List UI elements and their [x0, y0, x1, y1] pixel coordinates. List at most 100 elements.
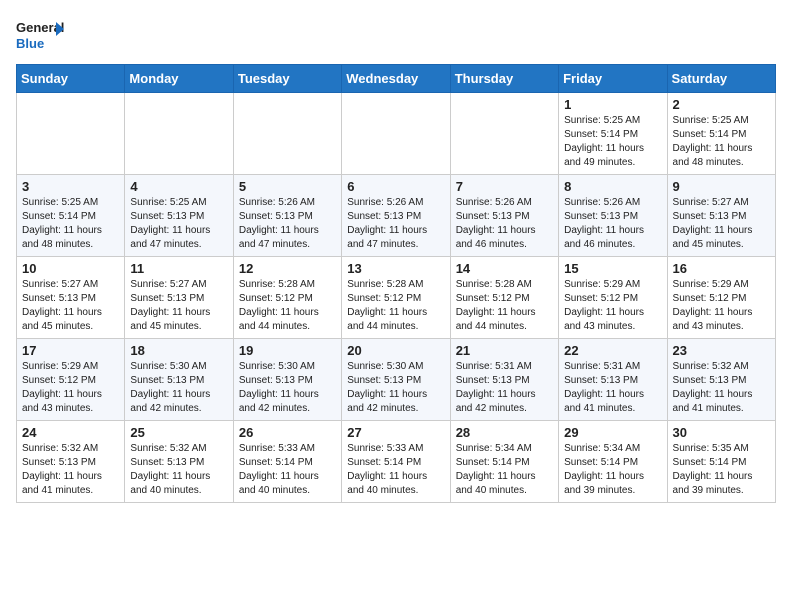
calendar-cell: 25 Sunrise: 5:32 AM Sunset: 5:13 PM Dayli…: [125, 421, 233, 503]
day-number: 28: [456, 425, 553, 440]
cell-info: Sunrise: 5:32 AM Sunset: 5:13 PM Dayligh…: [22, 442, 119, 498]
day-header-wednesday: Wednesday: [342, 65, 450, 93]
calendar-cell: 22 Sunrise: 5:31 AM Sunset: 5:13 PM Dayli…: [559, 339, 667, 421]
calendar-cell: 9 Sunrise: 5:27 AM Sunset: 5:13 PM Daylig…: [667, 175, 775, 257]
day-number: 15: [564, 261, 661, 276]
cell-info: Sunrise: 5:28 AM Sunset: 5:12 PM Dayligh…: [456, 278, 553, 334]
week-row-1: 1 Sunrise: 5:25 AM Sunset: 5:14 PM Daylig…: [17, 93, 776, 175]
cell-info: Sunrise: 5:29 AM Sunset: 5:12 PM Dayligh…: [564, 278, 661, 334]
logo-svg: General Blue: [16, 16, 64, 56]
calendar-cell: [233, 93, 341, 175]
cell-info: Sunrise: 5:30 AM Sunset: 5:13 PM Dayligh…: [347, 360, 444, 416]
day-number: 8: [564, 179, 661, 194]
cell-info: Sunrise: 5:31 AM Sunset: 5:13 PM Dayligh…: [456, 360, 553, 416]
day-header-tuesday: Tuesday: [233, 65, 341, 93]
calendar-cell: 19 Sunrise: 5:30 AM Sunset: 5:13 PM Dayli…: [233, 339, 341, 421]
calendar-cell: 12Sunrise: 5:28 AM Sunset: 5:12 PM Dayli…: [233, 257, 341, 339]
day-number: 23: [673, 343, 770, 358]
cell-info: Sunrise: 5:26 AM Sunset: 5:13 PM Dayligh…: [456, 196, 553, 252]
day-number: 10: [22, 261, 119, 276]
calendar-cell: 30 Sunrise: 5:35 AM Sunset: 5:14 PM Dayli…: [667, 421, 775, 503]
cell-info: Sunrise: 5:25 AM Sunset: 5:14 PM Dayligh…: [564, 114, 661, 170]
cell-info: Sunrise: 5:27 AM Sunset: 5:13 PM Dayligh…: [130, 278, 227, 334]
calendar-cell: 23 Sunrise: 5:32 AM Sunset: 5:13 PM Dayli…: [667, 339, 775, 421]
cell-info: Sunrise: 5:28 AM Sunset: 5:12 PM Dayligh…: [239, 278, 336, 334]
calendar-cell: 20 Sunrise: 5:30 AM Sunset: 5:13 PM Dayli…: [342, 339, 450, 421]
calendar-cell: 24 Sunrise: 5:32 AM Sunset: 5:13 PM Dayli…: [17, 421, 125, 503]
day-number: 24: [22, 425, 119, 440]
day-number: 18: [130, 343, 227, 358]
cell-info: Sunrise: 5:30 AM Sunset: 5:13 PM Dayligh…: [239, 360, 336, 416]
calendar-cell: 26 Sunrise: 5:33 AM Sunset: 5:14 PM Dayli…: [233, 421, 341, 503]
day-number: 16: [673, 261, 770, 276]
day-number: 29: [564, 425, 661, 440]
calendar-cell: 18 Sunrise: 5:30 AM Sunset: 5:13 PM Dayli…: [125, 339, 233, 421]
cell-info: Sunrise: 5:26 AM Sunset: 5:13 PM Dayligh…: [239, 196, 336, 252]
calendar-cell: 15 Sunrise: 5:29 AM Sunset: 5:12 PM Dayli…: [559, 257, 667, 339]
logo: General Blue: [16, 16, 64, 56]
week-row-4: 17 Sunrise: 5:29 AM Sunset: 5:12 PM Dayli…: [17, 339, 776, 421]
calendar-cell: [17, 93, 125, 175]
cell-info: Sunrise: 5:29 AM Sunset: 5:12 PM Dayligh…: [22, 360, 119, 416]
day-header-sunday: Sunday: [17, 65, 125, 93]
cell-info: Sunrise: 5:25 AM Sunset: 5:14 PM Dayligh…: [673, 114, 770, 170]
cell-info: Sunrise: 5:34 AM Sunset: 5:14 PM Dayligh…: [456, 442, 553, 498]
calendar-cell: 2 Sunrise: 5:25 AM Sunset: 5:14 PM Daylig…: [667, 93, 775, 175]
calendar-cell: 6 Sunrise: 5:26 AM Sunset: 5:13 PM Daylig…: [342, 175, 450, 257]
day-number: 11: [130, 261, 227, 276]
calendar-cell: 3Sunrise: 5:25 AM Sunset: 5:14 PM Daylig…: [17, 175, 125, 257]
calendar-cell: 10 Sunrise: 5:27 AM Sunset: 5:13 PM Dayli…: [17, 257, 125, 339]
cell-info: Sunrise: 5:33 AM Sunset: 5:14 PM Dayligh…: [239, 442, 336, 498]
day-header-thursday: Thursday: [450, 65, 558, 93]
cell-info: Sunrise: 5:31 AM Sunset: 5:13 PM Dayligh…: [564, 360, 661, 416]
calendar-cell: 27Sunrise: 5:33 AM Sunset: 5:14 PM Dayli…: [342, 421, 450, 503]
cell-info: Sunrise: 5:32 AM Sunset: 5:13 PM Dayligh…: [130, 442, 227, 498]
cell-info: Sunrise: 5:27 AM Sunset: 5:13 PM Dayligh…: [673, 196, 770, 252]
day-number: 21: [456, 343, 553, 358]
cell-info: Sunrise: 5:29 AM Sunset: 5:12 PM Dayligh…: [673, 278, 770, 334]
day-number: 19: [239, 343, 336, 358]
calendar-cell: 14 Sunrise: 5:28 AM Sunset: 5:12 PM Dayli…: [450, 257, 558, 339]
day-number: 6: [347, 179, 444, 194]
cell-info: Sunrise: 5:30 AM Sunset: 5:13 PM Dayligh…: [130, 360, 227, 416]
day-number: 14: [456, 261, 553, 276]
calendar-cell: 7 Sunrise: 5:26 AM Sunset: 5:13 PM Daylig…: [450, 175, 558, 257]
day-number: 30: [673, 425, 770, 440]
calendar-cell: 28 Sunrise: 5:34 AM Sunset: 5:14 PM Dayli…: [450, 421, 558, 503]
day-header-friday: Friday: [559, 65, 667, 93]
day-number: 13: [347, 261, 444, 276]
day-number: 22: [564, 343, 661, 358]
cell-info: Sunrise: 5:32 AM Sunset: 5:13 PM Dayligh…: [673, 360, 770, 416]
day-number: 26: [239, 425, 336, 440]
day-number: 27: [347, 425, 444, 440]
cell-info: Sunrise: 5:35 AM Sunset: 5:14 PM Dayligh…: [673, 442, 770, 498]
calendar-cell: [125, 93, 233, 175]
calendar-cell: 8Sunrise: 5:26 AM Sunset: 5:13 PM Daylig…: [559, 175, 667, 257]
cell-info: Sunrise: 5:27 AM Sunset: 5:13 PM Dayligh…: [22, 278, 119, 334]
day-number: 5: [239, 179, 336, 194]
day-number: 2: [673, 97, 770, 112]
calendar-cell: 1 Sunrise: 5:25 AM Sunset: 5:14 PM Daylig…: [559, 93, 667, 175]
day-header-saturday: Saturday: [667, 65, 775, 93]
day-number: 20: [347, 343, 444, 358]
day-number: 7: [456, 179, 553, 194]
svg-text:Blue: Blue: [16, 36, 44, 51]
cell-info: Sunrise: 5:28 AM Sunset: 5:12 PM Dayligh…: [347, 278, 444, 334]
day-number: 4: [130, 179, 227, 194]
calendar-cell: 5 Sunrise: 5:26 AM Sunset: 5:13 PM Daylig…: [233, 175, 341, 257]
day-number: 17: [22, 343, 119, 358]
page-header: General Blue: [16, 16, 776, 56]
day-number: 1: [564, 97, 661, 112]
cell-info: Sunrise: 5:25 AM Sunset: 5:13 PM Dayligh…: [130, 196, 227, 252]
cell-info: Sunrise: 5:25 AM Sunset: 5:14 PM Dayligh…: [22, 196, 119, 252]
calendar-cell: 4 Sunrise: 5:25 AM Sunset: 5:13 PM Daylig…: [125, 175, 233, 257]
calendar-cell: [450, 93, 558, 175]
week-row-5: 24 Sunrise: 5:32 AM Sunset: 5:13 PM Dayli…: [17, 421, 776, 503]
calendar-cell: 11 Sunrise: 5:27 AM Sunset: 5:13 PM Dayli…: [125, 257, 233, 339]
day-number: 9: [673, 179, 770, 194]
calendar-header-row: SundayMondayTuesdayWednesdayThursdayFrid…: [17, 65, 776, 93]
cell-info: Sunrise: 5:34 AM Sunset: 5:14 PM Dayligh…: [564, 442, 661, 498]
cell-info: Sunrise: 5:26 AM Sunset: 5:13 PM Dayligh…: [347, 196, 444, 252]
day-number: 25: [130, 425, 227, 440]
day-header-monday: Monday: [125, 65, 233, 93]
